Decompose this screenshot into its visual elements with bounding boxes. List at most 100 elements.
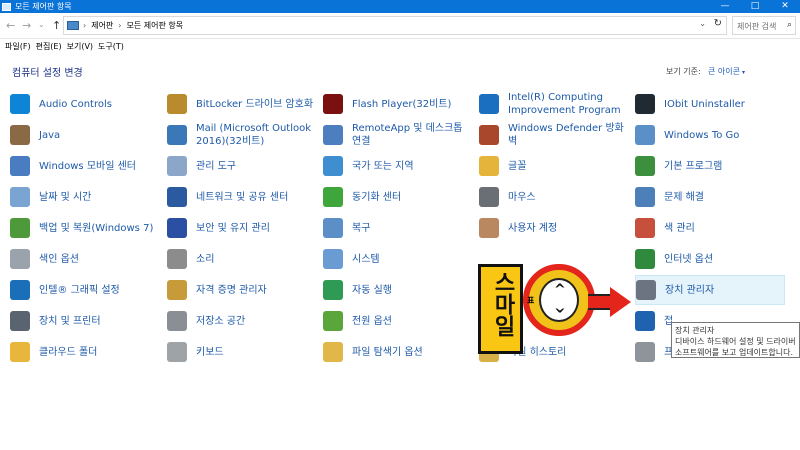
control-panel-item[interactable]: 저장소 공간 (167, 306, 317, 336)
mouse-icon (479, 187, 499, 207)
address-field[interactable]: › 제어판 › 모든 제어판 항목 ⌄ ↻ (63, 16, 727, 35)
control-panel-item[interactable]: BitLocker 드라이브 암호화 (167, 89, 317, 119)
control-panel-item[interactable]: 소리 (167, 244, 317, 274)
control-panel-item[interactable]: 인터넷 옵션 (635, 244, 785, 274)
arrow-head-icon (610, 287, 631, 317)
control-panel-item[interactable]: 장치 관리자 (635, 275, 785, 305)
control-panel-item-label: 국가 또는 지역 (352, 160, 414, 172)
control-panel-item-label: 복구 (352, 222, 371, 234)
intel-graphics-icon (10, 280, 30, 300)
control-panel-item[interactable]: 색 관리 (635, 213, 785, 243)
recent-locations-button[interactable]: ⌄ (38, 20, 45, 29)
control-panel-item[interactable]: 색인 옵션 (10, 244, 160, 274)
control-panel-item[interactable]: 장치 및 프린터 (10, 306, 160, 336)
power-icon (323, 311, 343, 331)
device-manager-icon (636, 280, 656, 300)
control-panel-item[interactable]: 사용자 계정 (479, 213, 629, 243)
control-panel-item-label: 장치 및 프린터 (39, 315, 101, 327)
view-mode-value: 큰 아이콘 (708, 67, 740, 76)
control-panel-item-label: 인텔® 그래픽 설정 (39, 284, 120, 296)
ease-of-access-icon (635, 311, 655, 331)
storage-icon (167, 311, 187, 331)
maximize-button[interactable]: □ (740, 0, 770, 13)
breadcrumb-all-items[interactable]: 모든 제어판 항목 (127, 20, 184, 31)
control-panel-item-label: 파일 탐색기 옵션 (352, 346, 423, 358)
control-panel-item[interactable]: Flash Player(32비트) (323, 89, 473, 119)
close-button[interactable]: ✕ (770, 0, 800, 13)
control-panel-item[interactable]: 백업 및 복원(Windows 7) (10, 213, 160, 243)
flag-icon (167, 218, 187, 238)
up-button[interactable]: ↑ (52, 19, 61, 32)
menu-tools[interactable]: 도구(T) (98, 41, 124, 52)
control-panel-item[interactable]: 마우스 (479, 182, 629, 212)
control-panel-item-label: 보안 및 유지 관리 (196, 222, 270, 234)
control-panel-item-label: 장치 관리자 (665, 284, 715, 296)
control-panel-item[interactable]: Windows Defender 방화벽 (479, 120, 629, 150)
badge-label: 표 (527, 296, 535, 305)
fonts-icon (479, 156, 499, 176)
menu-view[interactable]: 보기(V) (67, 41, 93, 52)
control-panel-item[interactable]: 인텔® 그래픽 설정 (10, 275, 160, 305)
smiley-face-icon: ^ ^ (539, 278, 579, 322)
control-panel-item[interactable]: Windows 모바일 센터 (10, 151, 160, 181)
search-input[interactable]: 제어판 검색 ⌕ (732, 16, 796, 35)
credential-icon (167, 280, 187, 300)
control-panel-item[interactable]: Windows To Go (635, 120, 785, 150)
refresh-icon[interactable]: ↻ (714, 18, 722, 29)
breadcrumb-control-panel[interactable]: 제어판 (91, 20, 113, 31)
control-panel-item[interactable]: 시스템 (323, 244, 473, 274)
control-panel-item[interactable]: 날짜 및 시간 (10, 182, 160, 212)
control-panel-item[interactable]: Mail (Microsoft Outlook 2016)(32비트) (167, 120, 317, 150)
flash-icon (323, 94, 343, 114)
speaker-icon (167, 249, 187, 269)
smiley-badge: ^ ^ 표 (523, 264, 595, 336)
minimize-button[interactable]: — (710, 0, 740, 13)
control-panel-item-label: Windows Defender 방화벽 (508, 123, 624, 147)
cloud-folder-icon (10, 342, 30, 362)
control-panel-item[interactable]: 네트워크 및 공유 센터 (167, 182, 317, 212)
control-panel-item[interactable]: 관리 도구 (167, 151, 317, 181)
recovery-icon (323, 218, 343, 238)
address-dropdown-icon[interactable]: ⌄ (699, 19, 706, 28)
control-panel-item[interactable]: 전원 옵션 (323, 306, 473, 336)
control-panel-item-label: RemoteApp 및 데스크톱 연결 (352, 123, 463, 147)
control-panel-item[interactable]: 자동 실행 (323, 275, 473, 305)
java-icon (10, 125, 30, 145)
network-icon (167, 187, 187, 207)
control-panel-item[interactable]: 기본 프로그램 (635, 151, 785, 181)
pointer-arrow (588, 294, 612, 310)
control-panel-item-label: 색인 옵션 (39, 253, 79, 265)
control-panel-item-label: Intel(R) Computing Improvement Program (508, 92, 621, 116)
control-panel-item[interactable]: IObit Uninstaller (635, 89, 785, 119)
control-panel-item[interactable]: 자격 증명 관리자 (167, 275, 317, 305)
control-panel-item[interactable]: RemoteApp 및 데스크톱 연결 (323, 120, 473, 150)
forward-button[interactable]: → (22, 19, 31, 32)
troubleshoot-icon (635, 187, 655, 207)
color-management-icon (635, 218, 655, 238)
control-panel-item[interactable]: 동기화 센터 (323, 182, 473, 212)
control-panel-item-label: 저장소 공간 (196, 315, 246, 327)
tooltip-line: 디바이스 하드웨어 설정 및 드라이버 (675, 337, 796, 346)
control-panel-item[interactable]: 키보드 (167, 337, 317, 367)
control-panel-item[interactable]: 보안 및 유지 관리 (167, 213, 317, 243)
control-panel-item[interactable]: 문제 해결 (635, 182, 785, 212)
menu-file[interactable]: 파일(F) (5, 41, 31, 52)
view-mode-dropdown[interactable]: 큰 아이콘 ▾ (708, 66, 745, 77)
menu-bar: 파일(F) 편집(E) 보기(V) 도구(T) (0, 39, 800, 53)
region-icon (323, 156, 343, 176)
control-panel-item[interactable]: 클라우드 폴더 (10, 337, 160, 367)
window-title: 모든 제어판 항목 (15, 2, 72, 11)
default-programs-icon (635, 156, 655, 176)
back-button[interactable]: ← (6, 19, 15, 32)
bitlocker-icon (167, 94, 187, 114)
control-panel-item[interactable]: Intel(R) Computing Improvement Program (479, 89, 629, 119)
control-panel-item[interactable]: 파일 탐색기 옵션 (323, 337, 473, 367)
firewall-icon (479, 125, 499, 145)
control-panel-item[interactable]: 복구 (323, 213, 473, 243)
menu-edit[interactable]: 편집(E) (36, 41, 62, 52)
control-panel-item[interactable]: Audio Controls (10, 89, 160, 119)
control-panel-item-label: Windows To Go (664, 129, 740, 141)
control-panel-item[interactable]: 국가 또는 지역 (323, 151, 473, 181)
control-panel-item[interactable]: Java (10, 120, 160, 150)
control-panel-item[interactable]: 글꼴 (479, 151, 629, 181)
